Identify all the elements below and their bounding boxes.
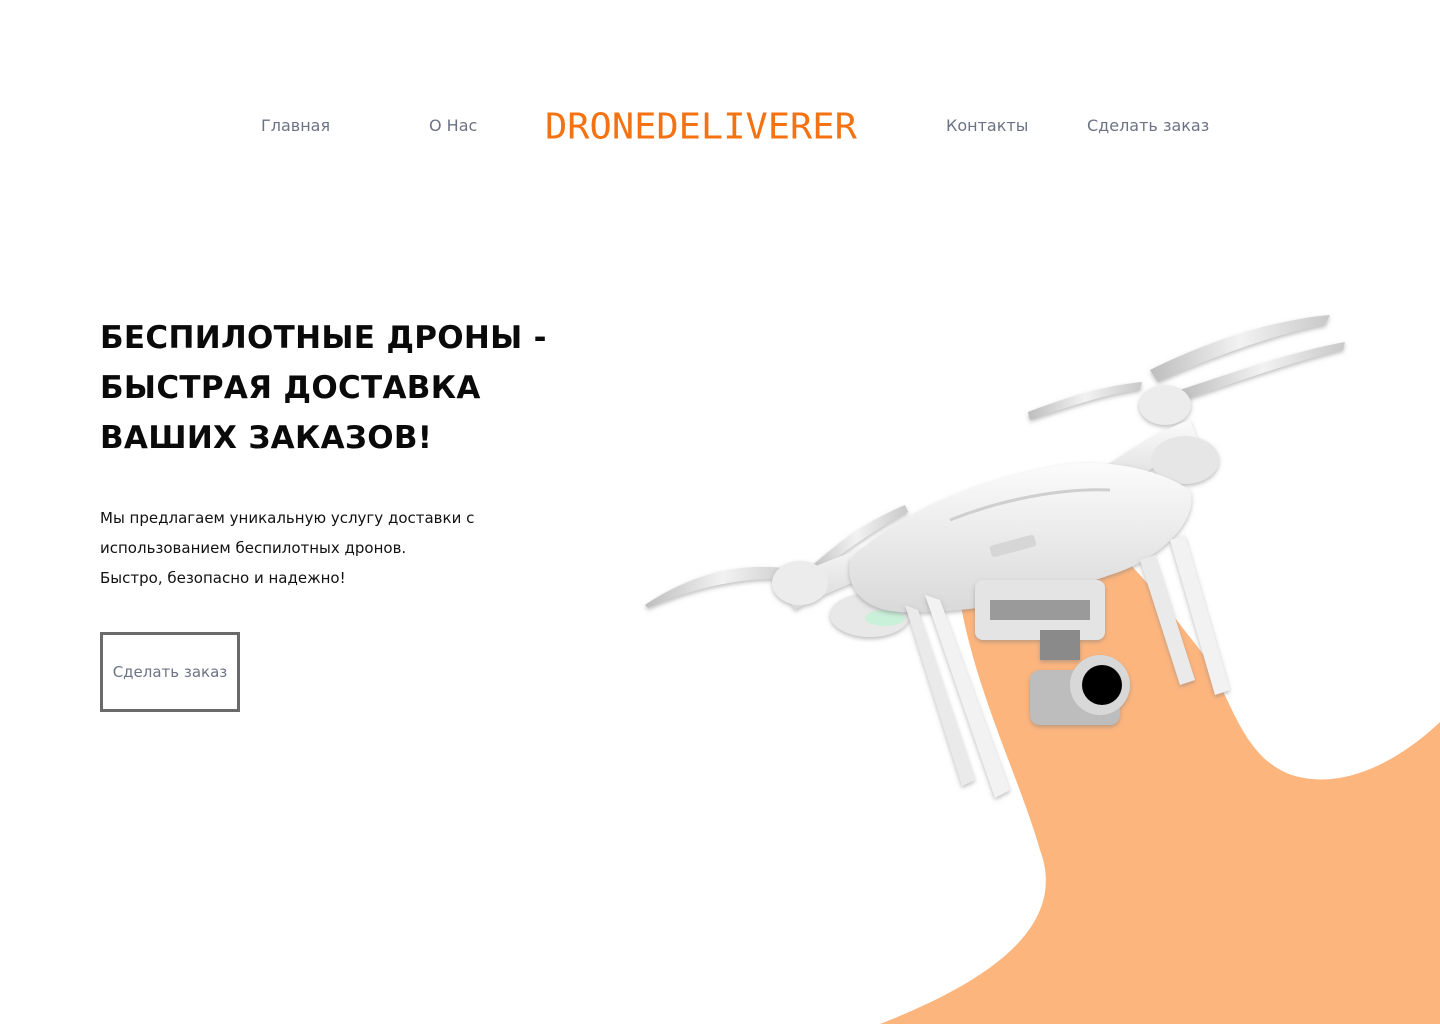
hero-description-line-3: Быстро, безопасно и надежно!	[100, 569, 346, 587]
hero-title-line-2: БЫСТРАЯ ДОСТАВКА	[100, 370, 481, 406]
nav-link-home[interactable]: Главная	[261, 116, 330, 136]
gimbal-camera	[975, 580, 1130, 725]
nav-link-contacts[interactable]: Контакты	[946, 116, 1028, 136]
hero-description-line-1: Мы предлагаем уникальную услугу доставки…	[100, 509, 475, 527]
nav-link-order[interactable]: Сделать заказ	[1087, 116, 1209, 136]
hero-title: БЕСПИЛОТНЫЕ ДРОНЫ - БЫСТРАЯ ДОСТАВКА ВАШ…	[100, 313, 620, 463]
hero-description-line-2: использованием беспилотных дронов.	[100, 539, 407, 557]
site-logo[interactable]: DRONEDELIVERER	[545, 108, 895, 146]
nav-link-about[interactable]: О Нас	[429, 116, 477, 136]
drone-icon	[645, 315, 1345, 798]
order-button[interactable]: Сделать заказ	[100, 632, 240, 712]
hero-description: Мы предлагаем уникальную услугу доставки…	[100, 503, 560, 593]
hero-title-line-1: БЕСПИЛОТНЫЕ ДРОНЫ -	[100, 320, 547, 356]
hero-title-line-3: ВАШИХ ЗАКАЗОВ!	[100, 420, 433, 456]
